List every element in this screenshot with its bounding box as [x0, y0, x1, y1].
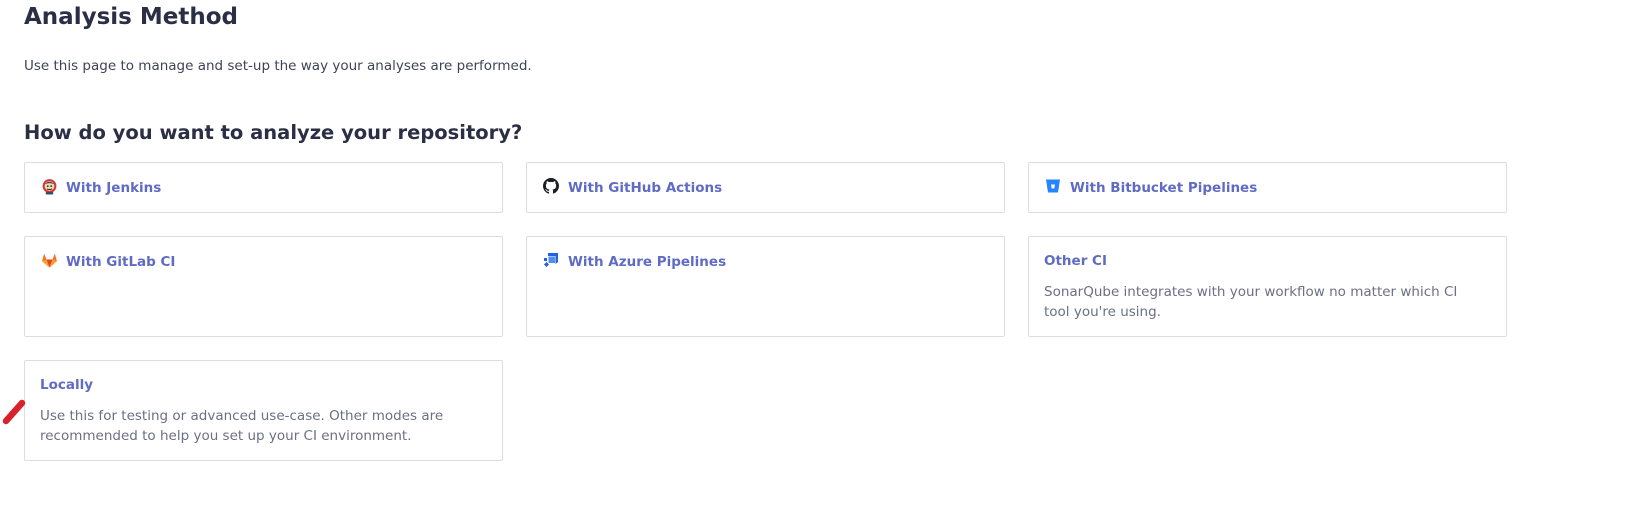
gitlab-icon: [40, 251, 58, 269]
bitbucket-icon: [1044, 177, 1062, 195]
method-label: With GitLab CI: [66, 254, 176, 270]
annotation-mark: [2, 397, 28, 431]
method-card-github-actions[interactable]: With GitHub Actions: [526, 162, 1005, 213]
method-card-locally[interactable]: Locally Use this for testing or advanced…: [24, 360, 503, 461]
method-label: With Azure Pipelines: [568, 254, 727, 270]
method-label: Other CI: [1044, 253, 1107, 269]
azure-pipelines-icon: [542, 251, 560, 269]
method-label: Locally: [40, 377, 94, 393]
method-card-bitbucket-pipelines[interactable]: With Bitbucket Pipelines: [1028, 162, 1507, 213]
page-title: Analysis Method: [24, 4, 238, 30]
method-description: SonarQube integrates with your workflow …: [1044, 284, 1458, 320]
method-label: With GitHub Actions: [568, 180, 723, 196]
method-label: With Bitbucket Pipelines: [1070, 180, 1258, 196]
method-card-gitlab-ci[interactable]: With GitLab CI: [24, 236, 503, 337]
method-card-azure-pipelines[interactable]: With Azure Pipelines: [526, 236, 1005, 337]
method-card-jenkins[interactable]: With Jenkins: [24, 162, 503, 213]
method-card-other-ci[interactable]: Other CI SonarQube integrates with your …: [1028, 236, 1507, 337]
method-description: Use this for testing or advanced use-cas…: [40, 408, 444, 444]
analysis-method-page: { "page": { "title": "Analysis Method", …: [0, 0, 1649, 522]
method-label: With Jenkins: [66, 180, 162, 196]
github-icon: [542, 177, 560, 195]
page-description: Use this page to manage and set-up the w…: [24, 58, 532, 74]
jenkins-icon: [40, 177, 58, 195]
section-title: How do you want to analyze your reposito…: [24, 121, 523, 144]
